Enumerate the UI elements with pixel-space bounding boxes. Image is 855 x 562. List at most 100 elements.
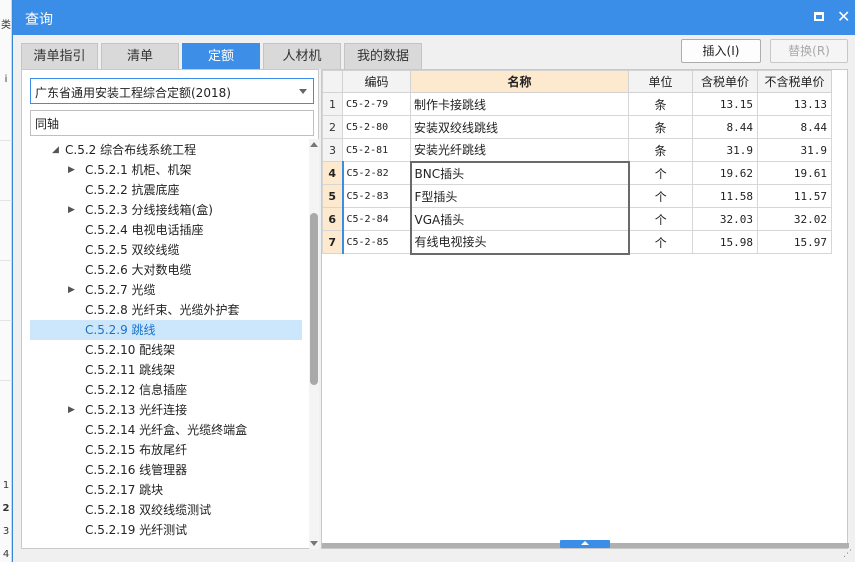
tree-node[interactable]: C.5.2.8 光纤束、光缆外护套 [30,300,302,320]
cell-code[interactable]: C5-2-82 [341,161,411,185]
close-button[interactable]: ✕ [835,8,853,26]
cell-code[interactable]: C5-2-84 [341,207,411,231]
tree-node[interactable]: C.5.2.16 线管理器 [30,460,302,480]
cell-unit[interactable]: 条 [628,138,693,162]
table-row-selected[interactable]: 7 C5-2-85 有线电视接头 个 15.98 15.97 [322,230,832,255]
background-fragment: 2 [2,503,10,514]
horizontal-splitter[interactable] [322,540,849,548]
cell-name[interactable]: 制作卡接跳线 [410,92,629,116]
tree-node[interactable]: C.5.2.5 双绞线缆 [30,240,302,260]
column-header-code[interactable]: 编码 [342,70,411,93]
cell-notax-price[interactable]: 19.61 [757,161,832,185]
cell-name[interactable]: 安装光纤跳线 [410,138,629,162]
cell-tax-price[interactable]: 32.03 [692,207,758,231]
cell-unit[interactable]: 条 [628,92,693,116]
tree-node[interactable]: C.5.2.4 电视电话插座 [30,220,302,240]
resize-grip-icon[interactable]: ⋰ [843,550,852,559]
insert-button[interactable]: 插入(I) [681,39,761,63]
tab-list-guide[interactable]: 清单指引 [21,43,98,69]
tree-node[interactable]: C.5.2.11 跳线架 [30,360,302,380]
collapsed-triangle-icon[interactable]: ▶ [68,200,75,220]
column-header-unit[interactable]: 单位 [628,70,693,93]
tree-node-label: C.5.2.6 大对数电缆 [85,263,192,277]
cell-name[interactable]: 有线电视接头 [409,230,630,255]
tree-node[interactable]: ◢ C.5.2 综合布线系统工程 [30,140,302,160]
cell-code[interactable]: C5-2-85 [341,230,411,254]
cell-tax-price[interactable]: 31.9 [692,138,758,162]
cell-notax-price[interactable]: 8.44 [757,115,832,139]
column-header-name[interactable]: 名称 [410,70,629,93]
column-header-tax-price[interactable]: 含税单价 [692,70,758,93]
cell-tax-price[interactable]: 13.15 [692,92,758,116]
cell-code[interactable]: C5-2-80 [342,115,411,139]
tree-node-label: C.5.2.14 光纤盒、光缆终端盒 [85,423,248,437]
table-header-row: 编码 名称 单位 含税单价 不含税单价 [322,70,832,93]
tab-list[interactable]: 清单 [101,43,179,69]
cell-code[interactable]: C5-2-83 [341,184,411,208]
maximize-button[interactable] [810,8,828,26]
tree-node[interactable]: C.5.2.6 大对数电缆 [30,260,302,280]
replace-button[interactable]: 替换(R) [770,39,848,63]
tree-node-label: C.5.2.2 抗震底座 [85,183,180,197]
tree-node[interactable]: C.5.2.14 光纤盒、光缆终端盒 [30,420,302,440]
cell-unit[interactable]: 条 [628,115,693,139]
tree-node-label: C.5.2.11 跳线架 [85,363,176,377]
scroll-up-icon[interactable] [310,142,318,147]
column-header-notax-price[interactable]: 不含税单价 [757,70,832,93]
tree-node-selected[interactable]: C.5.2.9 跳线 [30,320,302,340]
tab-my-data[interactable]: 我的数据 [344,43,422,69]
cell-name[interactable]: 安装双绞线跳线 [410,115,629,139]
tree-node[interactable]: C.5.2.2 抗震底座 [30,180,302,200]
table-row-selected[interactable]: 4 C5-2-82 BNC插头 个 19.62 19.61 [322,160,832,185]
table-row-selected[interactable]: 6 C5-2-84 VGA插头 个 32.03 32.02 [322,207,832,231]
tree-node[interactable]: C.5.2.19 光纤测试 [30,520,302,540]
table-row[interactable]: 1 C5-2-79 制作卡接跳线 条 13.15 13.13 [322,92,832,116]
cell-unit[interactable]: 个 [628,207,693,231]
cell-unit[interactable]: 个 [628,161,693,185]
collapsed-triangle-icon[interactable]: ▶ [68,280,75,300]
table-row[interactable]: 3 C5-2-81 安装光纤跳线 条 31.9 31.9 [322,138,832,162]
cell-notax-price[interactable]: 13.13 [757,92,832,116]
collapsed-triangle-icon[interactable]: ▶ [68,400,75,420]
expanded-triangle-icon[interactable]: ◢ [52,140,59,160]
tree-node[interactable]: C.5.2.15 布放尾纤 [30,440,302,460]
cell-notax-price[interactable]: 11.57 [757,184,832,208]
cell-notax-price[interactable]: 32.02 [757,207,832,231]
cell-name[interactable]: BNC插头 [409,160,630,185]
cell-notax-price[interactable]: 31.9 [757,138,832,162]
row-number: 6 [322,207,343,231]
chevron-up-icon[interactable] [560,540,610,548]
tree-node[interactable]: ▶ C.5.2.3 分线接线箱(盒) [30,200,302,220]
cell-unit[interactable]: 个 [628,230,693,254]
tree-node[interactable]: C.5.2.10 配线架 [30,340,302,360]
cell-code[interactable]: C5-2-79 [342,92,411,116]
tab-labor-material-machine[interactable]: 人材机 [263,43,341,69]
table-row[interactable]: 2 C5-2-80 安装双绞线跳线 条 8.44 8.44 [322,115,832,139]
tree-node[interactable]: C.5.2.17 跳块 [30,480,302,500]
tab-quota[interactable]: 定额 [182,43,260,69]
scroll-thumb[interactable] [310,213,318,385]
cell-name[interactable]: VGA插头 [409,207,630,231]
background-fragment: 4 [2,549,10,560]
tree-node[interactable]: C.5.2.18 双绞线缆测试 [30,500,302,520]
dialog-titlebar[interactable]: 查询 ✕ [13,0,855,35]
table-row-selected[interactable]: 5 C5-2-83 F型插头 个 11.58 11.57 [322,184,832,208]
cell-code[interactable]: C5-2-81 [342,138,411,162]
tree-node[interactable]: C.5.2.12 信息插座 [30,380,302,400]
cell-tax-price[interactable]: 11.58 [692,184,758,208]
background-fragment: 1 [2,480,10,491]
search-input[interactable] [30,110,314,136]
library-select[interactable]: 广东省通用安装工程综合定额(2018) [30,78,314,104]
tree-node[interactable]: ▶ C.5.2.1 机柜、机架 [30,160,302,180]
tree-node[interactable]: ▶ C.5.2.13 光纤连接 [30,400,302,420]
collapsed-triangle-icon[interactable]: ▶ [68,160,75,180]
cell-tax-price[interactable]: 15.98 [692,230,758,254]
cell-tax-price[interactable]: 8.44 [692,115,758,139]
scroll-down-icon[interactable] [310,541,318,546]
tree-node[interactable]: ▶ C.5.2.7 光缆 [30,280,302,300]
tree-scrollbar[interactable] [309,139,319,549]
cell-name[interactable]: F型插头 [409,184,630,208]
cell-unit[interactable]: 个 [628,184,693,208]
cell-tax-price[interactable]: 19.62 [692,161,758,185]
cell-notax-price[interactable]: 15.97 [757,230,832,254]
